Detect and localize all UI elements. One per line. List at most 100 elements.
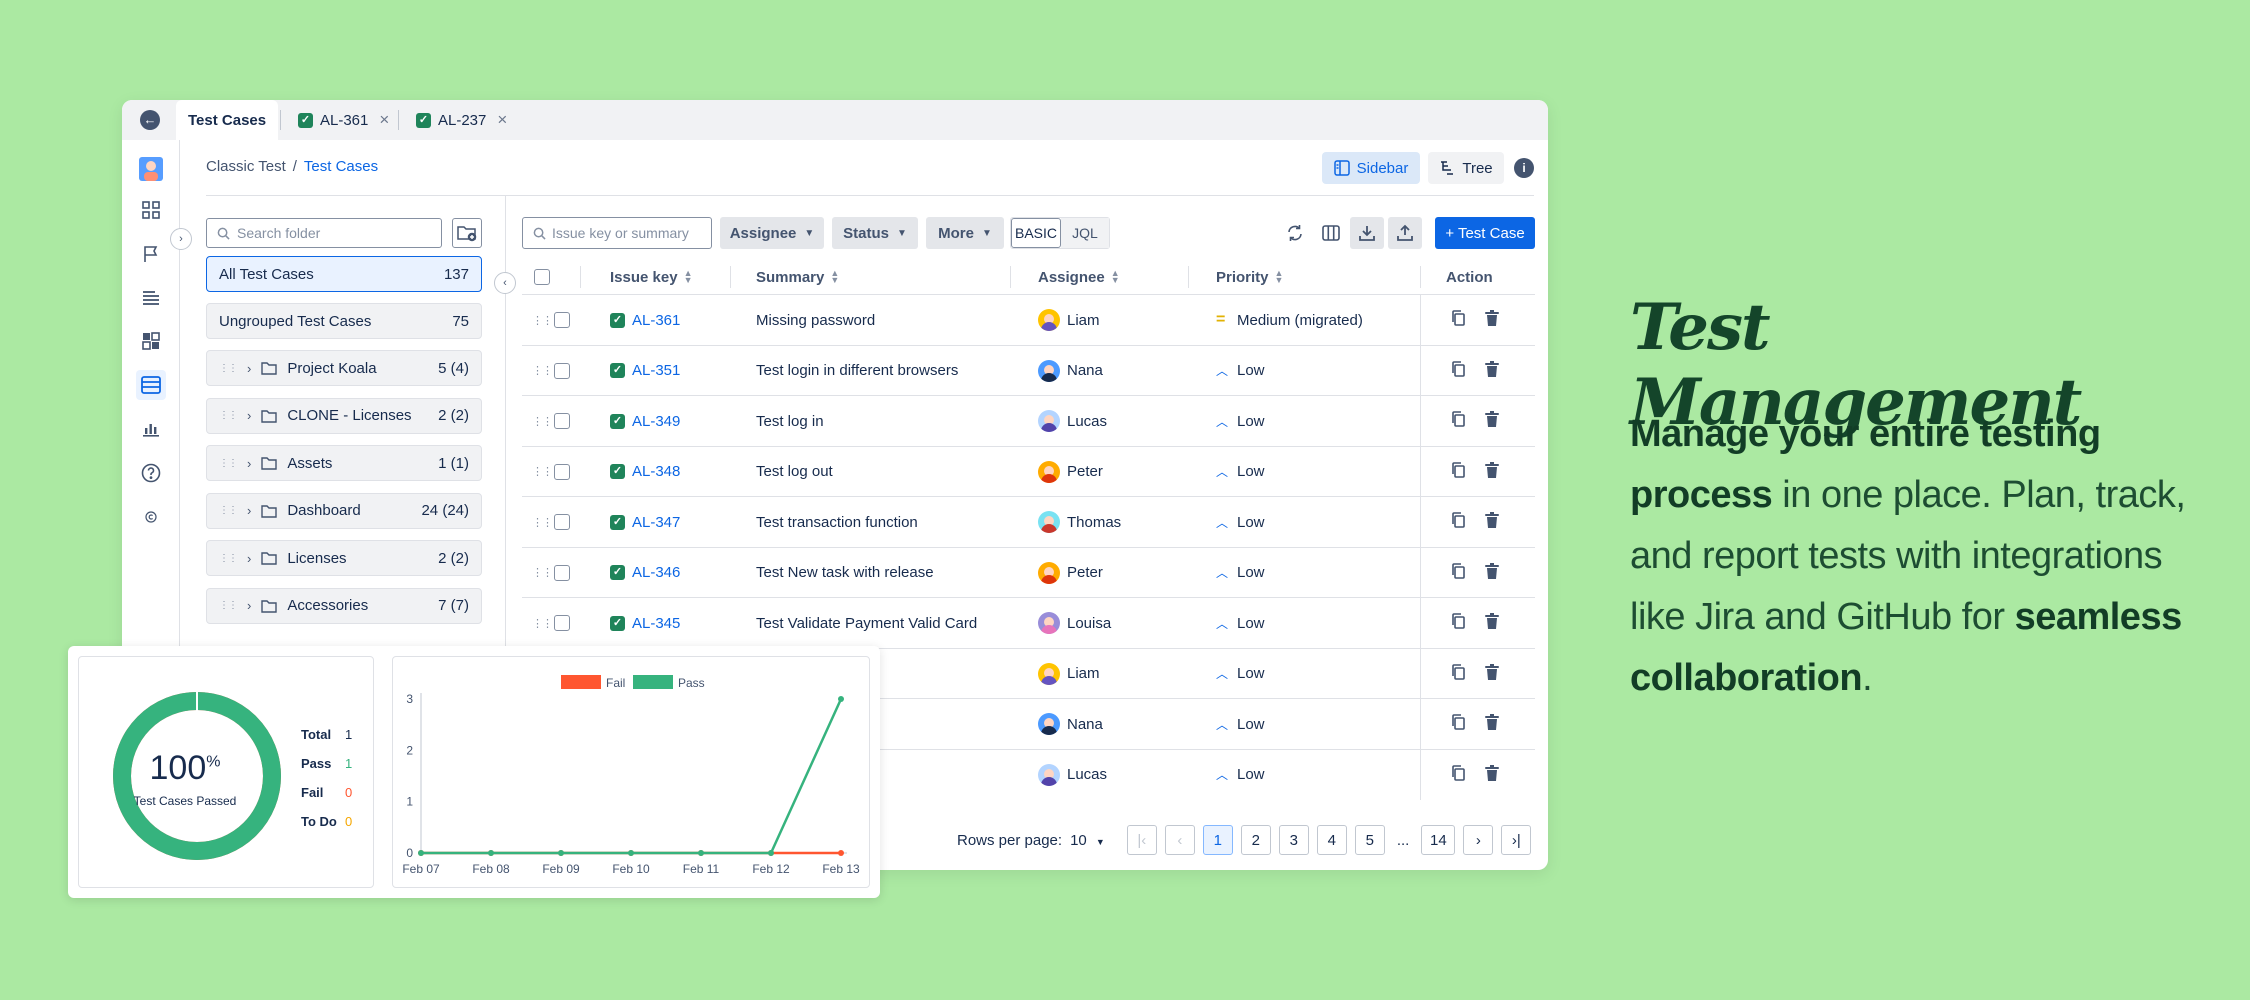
folder-item[interactable]: ⋮⋮ › Assets 1 (1) <box>206 445 482 481</box>
copy-icon[interactable] <box>1450 410 1466 432</box>
trash-icon[interactable] <box>1484 360 1500 382</box>
table-row[interactable]: ⋮⋮ ✓ AL-347 Test transaction function Thomas… <box>522 496 1535 547</box>
trash-icon[interactable] <box>1484 663 1500 685</box>
trash-icon[interactable] <box>1484 410 1500 432</box>
table-row[interactable]: ⋮⋮ ✓ AL-346 Test New task with release Peter… <box>522 546 1535 598</box>
issue-key-link[interactable]: AL-351 <box>632 362 680 379</box>
drag-handle-icon[interactable]: ⋮⋮ <box>219 505 238 516</box>
row-checkbox[interactable] <box>554 564 570 581</box>
trash-icon[interactable] <box>1484 713 1500 735</box>
folder-item[interactable]: ⋮⋮ › CLONE - Licenses 2 (2) <box>206 397 482 434</box>
flag-icon[interactable] <box>136 239 166 269</box>
page-number-button[interactable]: 3 <box>1278 825 1309 855</box>
first-page-button[interactable]: |‹ <box>1126 825 1157 855</box>
add-test-case-button[interactable]: + Test Case <box>1435 217 1535 249</box>
row-checkbox[interactable] <box>554 413 570 429</box>
folder-item[interactable]: ⋮⋮ › Project Koala 5 (4) <box>206 350 482 386</box>
drag-handle-icon[interactable]: ⋮⋮ <box>532 364 553 377</box>
folder-item[interactable]: ⋮⋮ › Dashboard 24 (24) <box>206 492 482 529</box>
prev-page-button[interactable]: ‹ <box>1164 825 1195 855</box>
copy-icon[interactable] <box>1450 511 1466 533</box>
chevron-right-icon[interactable]: › <box>247 551 251 566</box>
drag-handle-icon[interactable]: ⋮⋮ <box>532 617 553 630</box>
header-summary[interactable]: Summary ▲ ▼ <box>756 260 839 294</box>
copy-icon[interactable] <box>1450 461 1466 483</box>
table-row[interactable]: ⋮⋮ ✓ AL-345 Test Validate Payment Valid Car… <box>522 597 1535 648</box>
test-cases-icon[interactable] <box>136 370 166 400</box>
page-number-button[interactable]: 2 <box>1240 825 1271 855</box>
drag-handle-icon[interactable]: ⋮⋮ <box>532 314 553 327</box>
copy-icon[interactable] <box>1450 562 1466 584</box>
folder-all-test-cases[interactable]: All Test Cases 137 <box>206 256 482 292</box>
status-filter[interactable]: Status ▼ <box>832 217 918 249</box>
folder-ungrouped[interactable]: Ungrouped Test Cases 75 <box>206 303 482 339</box>
avatar[interactable] <box>136 154 166 184</box>
assignee-filter[interactable]: Assignee ▼ <box>720 217 824 249</box>
drag-handle-icon[interactable]: ⋮⋮ <box>532 415 553 428</box>
breadcrumb-root[interactable]: Classic Test <box>206 158 286 175</box>
breadcrumb-current[interactable]: Test Cases <box>304 158 378 175</box>
dashboard-icon[interactable] <box>136 326 166 356</box>
table-row[interactable]: ⋮⋮ ✓ AL-351 Test login in different browser… <box>522 344 1535 396</box>
row-checkbox[interactable] <box>554 514 570 530</box>
drag-handle-icon[interactable]: ⋮⋮ <box>219 363 238 374</box>
collapse-panel-button[interactable]: ‹ <box>494 272 516 294</box>
report-icon[interactable] <box>136 413 166 443</box>
folder-item[interactable]: ⋮⋮ › Licenses 2 (2) <box>206 540 482 576</box>
page-number-button[interactable]: 5 <box>1354 825 1385 855</box>
trash-icon[interactable] <box>1484 461 1500 483</box>
folder-search-input[interactable]: Search folder <box>206 218 442 248</box>
header-priority[interactable]: Priority ▲ ▼ <box>1216 260 1283 294</box>
header-assignee[interactable]: Assignee ▲ ▼ <box>1038 260 1120 294</box>
copy-icon[interactable] <box>1450 612 1466 634</box>
issue-key-link[interactable]: AL-348 <box>632 463 680 480</box>
info-icon[interactable]: i <box>1514 158 1534 178</box>
table-row[interactable]: ⋮⋮ ✓ AL-349 Test log in Lucas ︿ Low <box>522 395 1535 446</box>
last-page-button[interactable]: ›| <box>1501 825 1532 855</box>
columns-icon[interactable] <box>1314 217 1348 249</box>
download-icon[interactable] <box>1350 217 1384 249</box>
jql-mode-button[interactable]: JQL <box>1061 218 1109 248</box>
apps-icon[interactable] <box>136 195 166 225</box>
sidebar-view-button[interactable]: Sidebar <box>1322 152 1420 184</box>
chevron-right-icon[interactable]: › <box>247 598 251 613</box>
copy-icon[interactable] <box>1450 713 1466 735</box>
more-filter[interactable]: More ▼ <box>926 217 1004 249</box>
tab-test-cases[interactable]: Test Cases <box>176 100 279 140</box>
tab-al-361[interactable]: ✓ AL-361 × <box>286 100 401 140</box>
table-row[interactable]: ⋮⋮ ✓ AL-348 Test log out Peter ︿ Low <box>522 445 1535 497</box>
issue-key-link[interactable]: AL-345 <box>632 615 680 632</box>
issue-key-link[interactable]: AL-361 <box>632 312 680 329</box>
trash-icon[interactable] <box>1484 764 1500 786</box>
chevron-right-icon[interactable]: › <box>247 503 251 518</box>
page-last-number[interactable]: 14 <box>1421 825 1456 855</box>
copy-icon[interactable] <box>1450 764 1466 786</box>
page-number-button[interactable]: 1 <box>1202 825 1233 855</box>
header-issue-key[interactable]: Issue key ▲ ▼ <box>610 260 692 294</box>
next-page-button[interactable]: › <box>1463 825 1494 855</box>
issue-key-link[interactable]: AL-347 <box>632 514 680 531</box>
list-icon[interactable] <box>136 283 166 313</box>
drag-handle-icon[interactable]: ⋮⋮ <box>532 465 553 478</box>
issue-key-link[interactable]: AL-346 <box>632 564 680 581</box>
chevron-right-icon[interactable]: › <box>247 408 251 423</box>
drag-handle-icon[interactable]: ⋮⋮ <box>532 516 553 529</box>
copy-icon[interactable] <box>1450 309 1466 331</box>
refresh-icon[interactable] <box>1278 217 1312 249</box>
copy-icon[interactable] <box>1450 360 1466 382</box>
drag-handle-icon[interactable]: ⋮⋮ <box>219 458 238 469</box>
trash-icon[interactable] <box>1484 612 1500 634</box>
tree-view-button[interactable]: Tree <box>1428 152 1504 184</box>
select-all-checkbox[interactable] <box>534 260 550 294</box>
chevron-right-icon[interactable]: › <box>247 456 251 471</box>
close-icon[interactable]: × <box>379 110 389 130</box>
row-checkbox[interactable] <box>554 463 570 480</box>
rows-per-page-select[interactable]: 10 ▼ <box>1070 832 1105 849</box>
row-checkbox[interactable] <box>554 615 570 631</box>
copy-icon[interactable] <box>1450 663 1466 685</box>
trash-icon[interactable] <box>1484 309 1500 331</box>
issue-search-input[interactable]: Issue key or summary <box>522 217 712 249</box>
table-row[interactable]: ⋮⋮ ✓ AL-361 Missing password Liam = Medium (mi… <box>522 294 1535 345</box>
drag-handle-icon[interactable]: ⋮⋮ <box>219 600 238 611</box>
upload-icon[interactable] <box>1388 217 1422 249</box>
